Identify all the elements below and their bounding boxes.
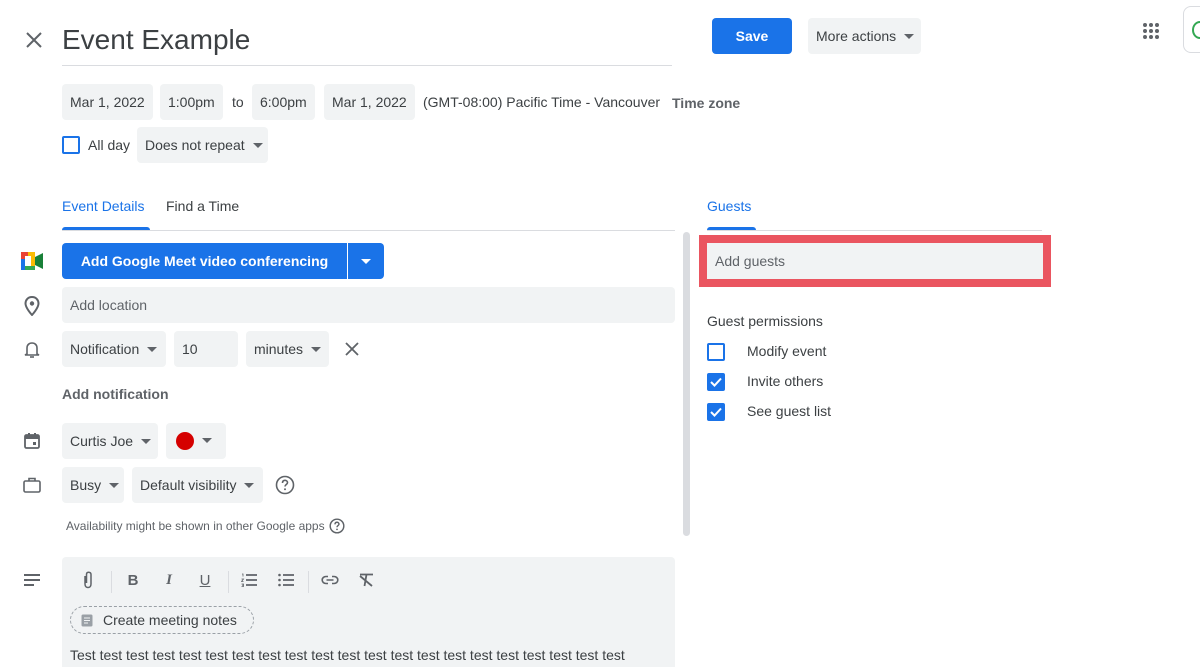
apps-grid-icon[interactable] [1138, 18, 1164, 44]
link-icon[interactable] [317, 563, 343, 597]
busy-status-value: Busy [70, 477, 102, 493]
availability-note: Availability might be shown in other Goo… [66, 519, 325, 533]
clear-formatting-icon[interactable] [353, 563, 379, 597]
timezone-text: (GMT-08:00) Pacific Time - Vancouver [423, 94, 661, 110]
account-logo-icon [1192, 21, 1200, 39]
add-meet-button[interactable]: Add Google Meet video conferencing [62, 243, 347, 279]
toolbar-divider [111, 571, 112, 593]
tab-event-details-label: Event Details [62, 198, 145, 214]
timezone-link[interactable]: Time zone [672, 85, 740, 121]
description-editor[interactable]: B I U Create meeting notes Test test tes… [62, 557, 675, 667]
calendar-owner-value: Curtis Joe [70, 433, 134, 449]
modify-event-label: Modify event [747, 343, 827, 359]
numbered-list-icon[interactable] [236, 563, 262, 597]
formatting-toolbar: B I U [62, 563, 392, 597]
chevron-down-icon [244, 482, 255, 488]
remove-notification-icon[interactable] [340, 337, 364, 361]
see-guest-list-checkbox[interactable] [707, 403, 725, 421]
tabs-divider [62, 230, 675, 231]
briefcase-icon [20, 473, 44, 497]
chevron-down-icon [202, 437, 212, 443]
end-time-field[interactable]: 6:00pm [252, 84, 315, 120]
bold-icon[interactable]: B [120, 563, 146, 597]
to-label: to [232, 94, 244, 110]
all-day-checkbox[interactable] [62, 136, 80, 154]
tab-find-a-time[interactable]: Find a Time [166, 198, 239, 214]
save-label: Save [735, 28, 769, 44]
notification-unit-dropdown[interactable]: minutes [246, 331, 329, 367]
guest-permissions-label: Guest permissions [707, 313, 823, 329]
tab-guests-label: Guests [707, 198, 752, 214]
chevron-down-icon [311, 346, 322, 352]
toolbar-divider [228, 571, 229, 593]
all-day-label: All day [88, 137, 131, 153]
chevron-down-icon [109, 482, 120, 488]
invite-others-label: Invite others [747, 373, 824, 389]
see-guest-list-label: See guest list [747, 403, 832, 419]
visibility-value: Default visibility [140, 477, 237, 493]
notification-type-dropdown[interactable]: Notification [62, 331, 166, 367]
location-pin-icon [20, 294, 44, 318]
bulleted-list-icon[interactable] [273, 563, 299, 597]
save-button[interactable]: Save [712, 18, 792, 54]
google-meet-icon [20, 250, 44, 272]
visibility-dropdown[interactable]: Default visibility [132, 467, 263, 503]
add-meet-label: Add Google Meet video conferencing [80, 253, 329, 269]
underline-icon[interactable]: U [192, 563, 218, 597]
toolbar-divider [308, 571, 309, 593]
guests-tab-divider [707, 230, 1042, 231]
checkmark-icon [710, 377, 722, 387]
start-time-field[interactable]: 1:00pm [160, 84, 223, 120]
description-icon [20, 568, 44, 592]
event-title: Event Example [62, 24, 251, 55]
notes-icon [81, 614, 93, 626]
end-date-field[interactable]: Mar 1, 2022 [324, 84, 415, 120]
chevron-down-icon [147, 346, 158, 352]
add-guests-input[interactable]: Add guests [707, 243, 1043, 279]
event-color-swatch [176, 432, 194, 450]
close-icon[interactable] [20, 26, 48, 54]
help-icon[interactable] [274, 474, 296, 496]
notification-type-value: Notification [70, 341, 140, 357]
event-title-input[interactable]: Event Example [62, 16, 672, 66]
start-date-field[interactable]: Mar 1, 2022 [62, 84, 153, 120]
repeat-dropdown[interactable]: Does not repeat [137, 127, 268, 163]
calendar-icon [20, 429, 44, 453]
italic-icon[interactable]: I [156, 563, 182, 597]
scrollbar-thumb[interactable] [683, 232, 690, 536]
create-meeting-notes-label: Create meeting notes [103, 612, 237, 628]
account-button[interactable] [1183, 6, 1200, 53]
more-actions-button[interactable]: More actions [808, 18, 921, 54]
chevron-down-icon [141, 438, 152, 444]
busy-status-dropdown[interactable]: Busy [62, 467, 124, 503]
event-color-dropdown[interactable] [166, 423, 226, 459]
add-notification-link[interactable]: Add notification [62, 386, 169, 402]
modify-event-checkbox[interactable] [707, 343, 725, 361]
meet-options-dropdown[interactable] [348, 243, 384, 279]
attach-icon[interactable] [75, 563, 101, 597]
checkmark-icon [710, 407, 722, 417]
calendar-owner-dropdown[interactable]: Curtis Joe [62, 423, 158, 459]
description-text: Test test test test test test test test … [70, 647, 625, 663]
invite-others-checkbox[interactable] [707, 373, 725, 391]
availability-help-icon[interactable] [328, 517, 346, 535]
notification-unit-value: minutes [254, 341, 304, 357]
bell-icon [20, 338, 44, 362]
tab-event-details[interactable]: Event Details [62, 198, 150, 230]
chevron-down-icon [361, 258, 371, 264]
create-meeting-notes-button[interactable]: Create meeting notes [70, 606, 254, 634]
more-actions-label: More actions [816, 28, 897, 44]
tab-guests[interactable]: Guests [707, 198, 756, 230]
notification-value-input[interactable]: 10 [174, 331, 238, 367]
chevron-down-icon [252, 142, 263, 148]
location-input[interactable]: Add location [62, 287, 675, 323]
chevron-down-icon [904, 33, 915, 39]
repeat-value: Does not repeat [145, 137, 245, 153]
